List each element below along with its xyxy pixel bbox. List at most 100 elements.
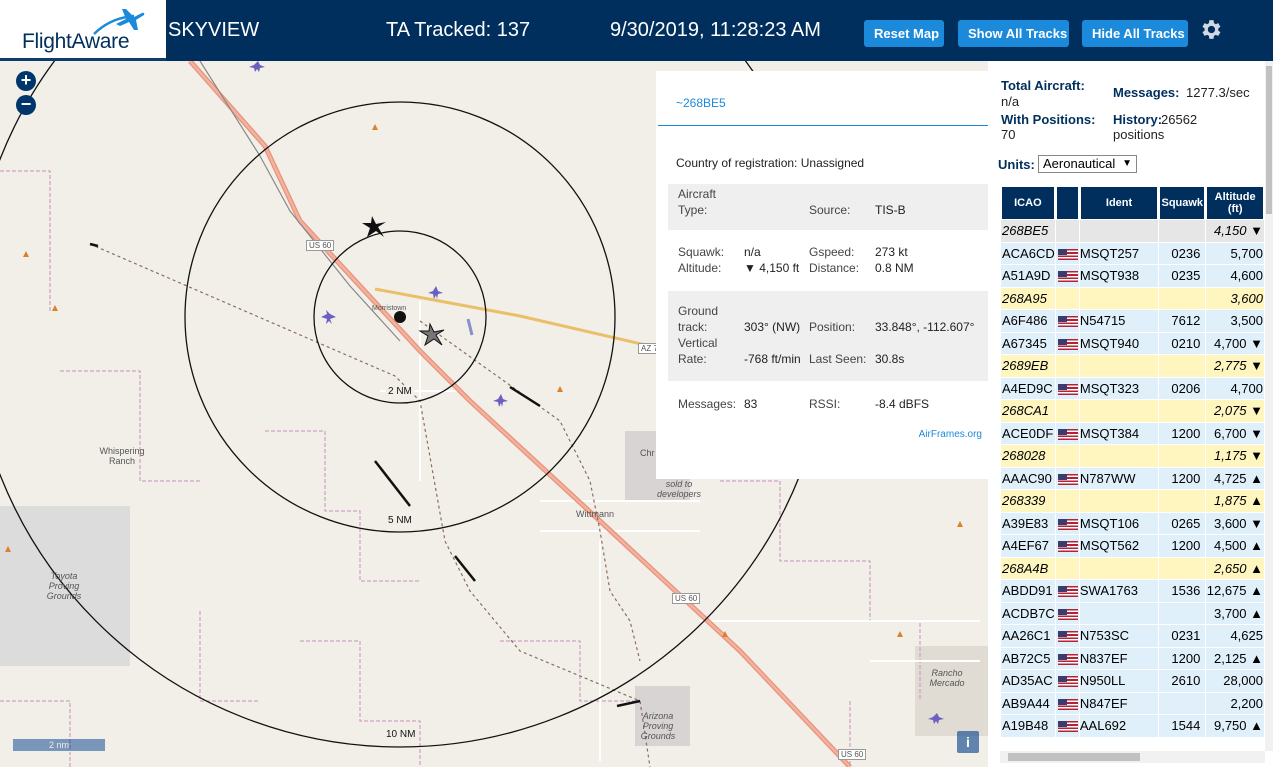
- type-source-section: Aircraft Type: Source: TIS-B: [668, 184, 988, 230]
- cell-flag: [1055, 715, 1079, 738]
- table-row[interactable]: 268028 1,175 ▼: [1001, 445, 1264, 468]
- cell-altitude: 3,500: [1206, 310, 1264, 333]
- cell-ident: [1079, 220, 1159, 243]
- table-row[interactable]: ACDB7C 3,700 ▲: [1001, 602, 1264, 625]
- place-label-morristown: Morristown: [372, 305, 407, 312]
- us-flag-icon: [1057, 248, 1078, 260]
- show-all-tracks-button[interactable]: Show All Tracks: [958, 20, 1069, 47]
- us-flag-icon: [1057, 518, 1078, 530]
- cell-ident: MSQT562: [1079, 535, 1159, 558]
- table-row[interactable]: A51A9D MSQT938 0235 4,600: [1001, 265, 1264, 288]
- airframes-link[interactable]: AirFrames.org: [919, 429, 982, 440]
- cell-squawk: 7612: [1159, 310, 1206, 333]
- table-row[interactable]: A19B48 AAL692 1544 9,750 ▲: [1001, 715, 1264, 738]
- source-label: Source:: [809, 203, 851, 217]
- table-row[interactable]: 268CA1 2,075 ▼: [1001, 400, 1264, 423]
- total-aircraft-label: Total Aircraft:: [1001, 78, 1085, 93]
- messages-rate-value: 1277.3/sec: [1186, 85, 1250, 100]
- table-horizontal-scrollbar-thumb[interactable]: [1008, 753, 1140, 761]
- ring-label-2nm: 2 NM: [386, 386, 414, 397]
- table-row[interactable]: 268A95 3,600: [1001, 287, 1264, 310]
- ground-track-label: Ground track:: [678, 304, 719, 334]
- cell-altitude: 4,600: [1206, 265, 1264, 288]
- table-row[interactable]: AB9A44 N847EF 2,200: [1001, 692, 1264, 715]
- place-label-whispering-ranch: Whispering Ranch: [99, 446, 145, 466]
- table-row[interactable]: ABDD91 SWA1763 1536 12,675 ▲: [1001, 580, 1264, 603]
- cell-altitude: 4,150 ▼: [1206, 220, 1264, 243]
- selected-aircraft-marker[interactable]: [418, 322, 445, 347]
- cell-squawk: 1200: [1159, 535, 1206, 558]
- position-value: 33.848°, -112.607°: [875, 320, 975, 334]
- column-flag[interactable]: [1055, 186, 1079, 220]
- cell-ident: [1079, 490, 1159, 513]
- column-squawk[interactable]: Squawk: [1159, 186, 1206, 220]
- cell-flag: [1055, 692, 1079, 715]
- units-label: Units:: [998, 157, 1035, 172]
- aircraft-trail: [466, 318, 474, 336]
- table-row[interactable]: 268339 1,875 ▲: [1001, 490, 1264, 513]
- logo-text: FlightAware: [22, 30, 130, 53]
- table-row[interactable]: 268BE5 4,150 ▼: [1001, 220, 1264, 243]
- table-row[interactable]: AA26C1 N753SC 0231 4,625: [1001, 625, 1264, 648]
- cell-altitude: 3,700 ▲: [1206, 602, 1264, 625]
- gear-icon[interactable]: [1198, 17, 1223, 42]
- aircraft-table-body: 268BE5 4,150 ▼ ACA6CD MSQT257 0236 5,700 A51A9…: [1001, 220, 1264, 738]
- map-info-button[interactable]: i: [957, 731, 979, 753]
- selected-icao[interactable]: ~268BE5: [676, 96, 726, 110]
- divider: [658, 125, 988, 126]
- sidebar-scrollbar-thumb[interactable]: [1266, 66, 1272, 214]
- column-altitude[interactable]: Altitude (ft): [1206, 186, 1264, 220]
- table-row[interactable]: A4ED9C MSQT323 0206 4,700: [1001, 377, 1264, 400]
- cell-flag: [1055, 647, 1079, 670]
- place-label-sold: sold to developers: [656, 479, 702, 499]
- squawk-value: n/a: [744, 245, 761, 259]
- table-row[interactable]: A6F486 N54715 7612 3,500: [1001, 310, 1264, 333]
- table-row[interactable]: AAAC90 N787WW 1200 4,725 ▲: [1001, 467, 1264, 490]
- cell-squawk: 0236: [1159, 242, 1206, 265]
- cell-flag: [1055, 355, 1079, 378]
- cell-ident: MSQT938: [1079, 265, 1159, 288]
- column-icao[interactable]: ICAO: [1001, 186, 1055, 220]
- road-shield-us60: US 60: [672, 593, 701, 604]
- units-select[interactable]: Aeronautical ▼: [1038, 155, 1137, 173]
- reset-map-button[interactable]: Reset Map: [864, 20, 944, 47]
- table-row[interactable]: ACA6CD MSQT257 0236 5,700: [1001, 242, 1264, 265]
- cell-altitude: 6,700 ▼: [1206, 422, 1264, 445]
- table-header-row: ICAO Ident Squawk Altitude (ft): [1001, 186, 1264, 220]
- table-row[interactable]: A67345 MSQT940 0210 4,700 ▼: [1001, 332, 1264, 355]
- cell-altitude: 1,875 ▲: [1206, 490, 1264, 513]
- table-row[interactable]: AD35AC N950LL 2610 28,000: [1001, 670, 1264, 693]
- table-row[interactable]: 2689EB 2,775 ▼: [1001, 355, 1264, 378]
- zoom-in-button[interactable]: +: [16, 71, 36, 91]
- aircraft-marker-black[interactable]: [362, 216, 386, 237]
- cell-squawk: [1159, 445, 1206, 468]
- country-value: Unassigned: [800, 156, 865, 170]
- cell-squawk: 1200: [1159, 467, 1206, 490]
- cell-altitude: 2,125 ▲: [1206, 647, 1264, 670]
- receiver-location-icon: [394, 311, 406, 323]
- cell-squawk: 0231: [1159, 625, 1206, 648]
- hide-all-tracks-button[interactable]: Hide All Tracks: [1082, 20, 1188, 47]
- cell-icao: A51A9D: [1001, 265, 1055, 288]
- cell-flag: [1055, 625, 1079, 648]
- distance-value: 0.8 NM: [875, 261, 914, 275]
- cell-icao: AB9A44: [1001, 692, 1055, 715]
- table-row[interactable]: A4EF67 MSQT562 1200 4,500 ▲: [1001, 535, 1264, 558]
- cell-altitude: 4,725 ▲: [1206, 467, 1264, 490]
- ground-track-value: 303° (NW): [744, 320, 801, 334]
- cell-ident: [1079, 355, 1159, 378]
- column-ident[interactable]: Ident: [1079, 186, 1159, 220]
- flightaware-logo[interactable]: FlightAware: [0, 0, 166, 61]
- table-row[interactable]: ACE0DF MSQT384 1200 6,700 ▼: [1001, 422, 1264, 445]
- last-seen-label: Last Seen:: [809, 352, 867, 366]
- cell-squawk: [1159, 220, 1206, 243]
- table-row[interactable]: AB72C5 N837EF 1200 2,125 ▲: [1001, 647, 1264, 670]
- table-row[interactable]: A39E83 MSQT106 0265 3,600 ▼: [1001, 512, 1264, 535]
- aircraft-table: ICAO Ident Squawk Altitude (ft) 268BE5 4,…: [1000, 186, 1265, 738]
- table-row[interactable]: 268A4B 2,650 ▲: [1001, 557, 1264, 580]
- us-flag-icon: [1057, 271, 1078, 283]
- squawk-label: Squawk:: [678, 245, 725, 259]
- place-label-chr: Chr: [640, 448, 655, 458]
- zoom-out-button[interactable]: −: [16, 95, 36, 115]
- cell-flag: [1055, 377, 1079, 400]
